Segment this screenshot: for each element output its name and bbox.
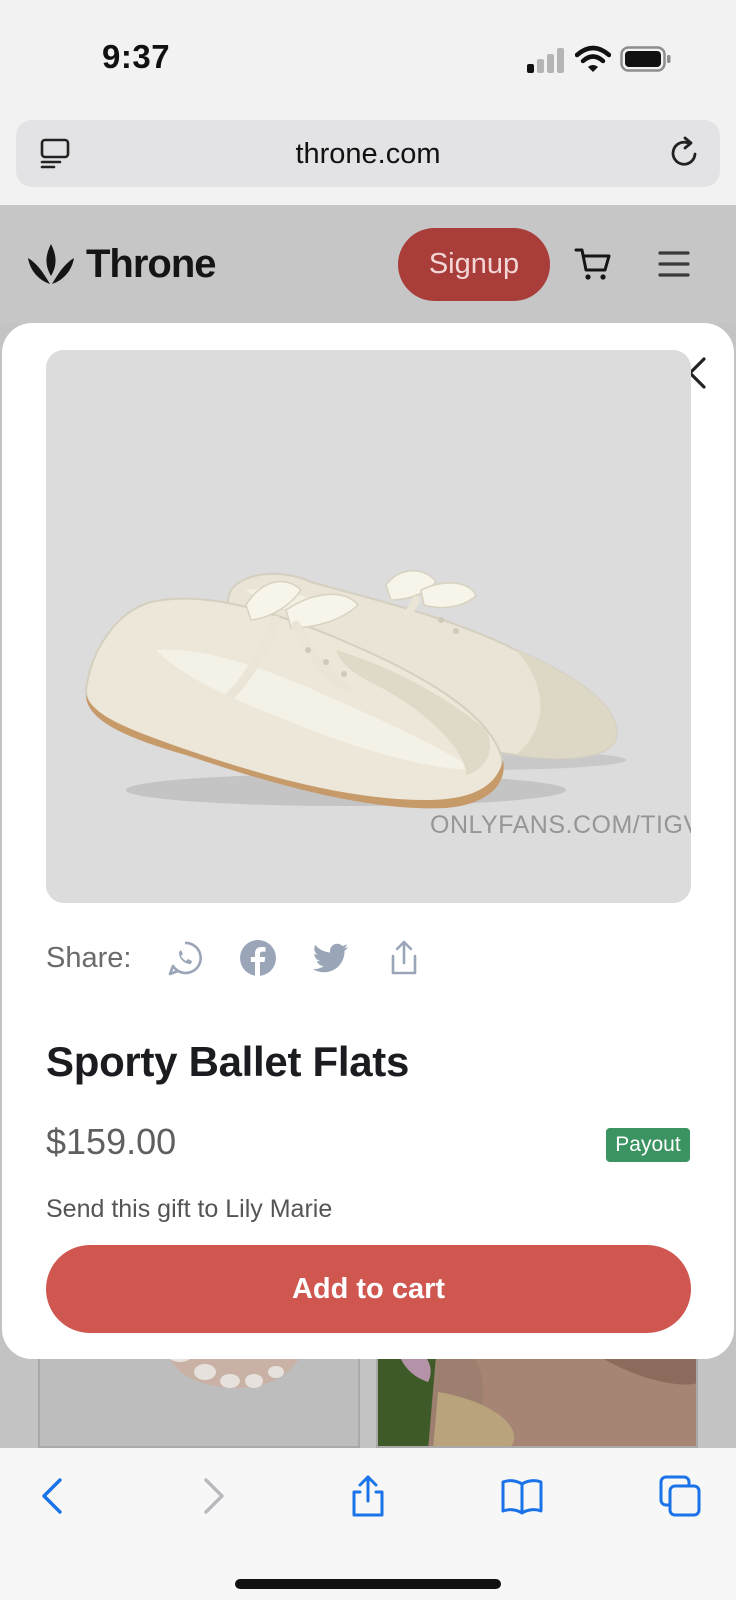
reload-icon[interactable] (668, 136, 702, 170)
bookmarks-icon[interactable] (500, 1474, 544, 1518)
share-icon[interactable] (346, 1474, 390, 1518)
image-watermark: ONLYFANS.COM/TIGVIBES (430, 811, 691, 839)
whatsapp-icon[interactable] (166, 939, 204, 977)
site-header: Throne Signup (0, 205, 736, 323)
status-bar: 9:37 (0, 0, 736, 110)
gift-recipient-text: Send this gift to Lily Marie (46, 1195, 333, 1223)
cellular-signal-icon (527, 47, 567, 73)
product-image[interactable]: ONLYFANS.COM/TIGVIBES (46, 350, 691, 903)
twitter-icon[interactable] (312, 939, 350, 977)
screen: 9:37 throne.com Throne Signup ONLYFANS.C… (0, 0, 736, 1600)
status-time: 9:37 (102, 38, 171, 75)
share-upload-icon[interactable] (385, 939, 423, 977)
signup-button[interactable]: Signup (398, 228, 550, 301)
home-indicator (235, 1579, 501, 1589)
facebook-icon[interactable] (239, 939, 277, 977)
forward-icon[interactable] (190, 1474, 234, 1518)
tabs-icon[interactable] (658, 1474, 702, 1518)
brand[interactable]: Throne (26, 239, 217, 289)
product-price: $159.00 (46, 1121, 177, 1162)
throne-logo-icon (28, 244, 74, 284)
battery-icon (620, 46, 671, 72)
hamburger-menu-icon[interactable] (658, 249, 690, 279)
product-title: Sporty Ballet Flats (46, 1038, 410, 1085)
share-label: Share: (46, 941, 132, 974)
payout-badge: Payout (606, 1128, 690, 1162)
browser-toolbar (0, 1448, 736, 1600)
brand-name: Throne (86, 241, 217, 286)
add-to-cart-button[interactable]: Add to cart (46, 1245, 691, 1333)
back-icon[interactable] (32, 1474, 76, 1518)
cart-icon[interactable] (574, 245, 612, 283)
url-text[interactable]: throne.com (16, 138, 720, 171)
share-row: Share: (46, 935, 423, 981)
address-bar[interactable]: throne.com (16, 120, 720, 187)
wifi-icon (575, 45, 611, 72)
product-modal: ONLYFANS.COM/TIGVIBES Share: (2, 323, 734, 1359)
browser-address-area: throne.com (0, 110, 736, 205)
